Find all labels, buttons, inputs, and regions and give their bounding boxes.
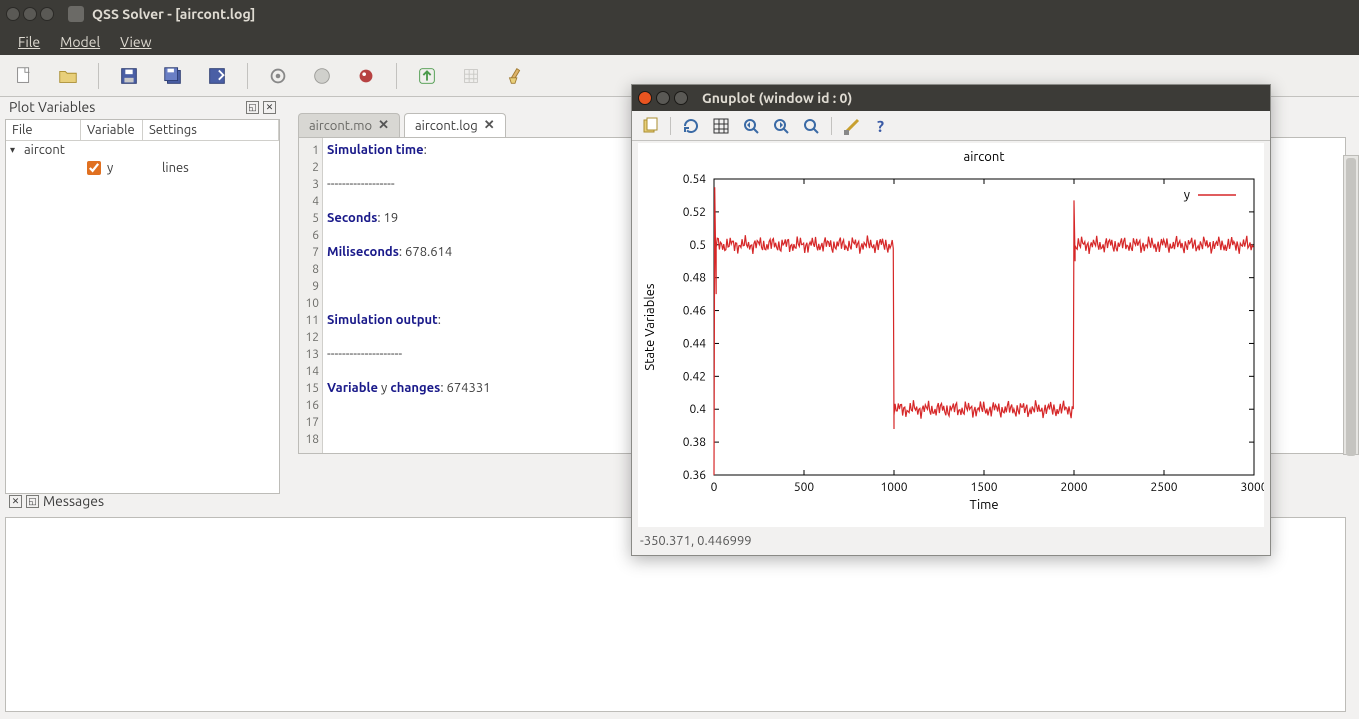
new-file-button[interactable] — [10, 62, 38, 90]
variable-checkbox[interactable] — [87, 161, 101, 175]
svg-text:Time: Time — [969, 498, 998, 512]
svg-text:0.54: 0.54 — [683, 173, 706, 186]
gnuplot-window[interactable]: Gnuplot (window id : 0) ? 0.36 0.38 0.4 0.4… — [631, 84, 1271, 556]
tab-aircont-mo[interactable]: aircont.mo ✕ — [298, 113, 400, 137]
save-all-button[interactable] — [159, 62, 187, 90]
plot-canvas[interactable]: 0.36 0.38 0.4 0.42 0.44 0.46 0.48 0.5 0.52 0.54 0 5… — [638, 143, 1264, 527]
tree-root-row[interactable]: ▾ aircont — [6, 141, 279, 159]
app-icon — [68, 6, 84, 22]
svg-text:0.42: 0.42 — [683, 370, 706, 383]
tab-aircont-log[interactable]: aircont.log ✕ — [404, 113, 506, 137]
svg-text:?: ? — [877, 118, 884, 136]
variable-settings: lines — [162, 161, 189, 175]
gnuplot-titlebar[interactable]: Gnuplot (window id : 0) — [632, 85, 1270, 111]
zoom-next-icon[interactable] — [771, 116, 791, 136]
stop-button[interactable] — [308, 62, 336, 90]
clean-button[interactable] — [501, 62, 529, 90]
svg-text:2000: 2000 — [1060, 481, 1087, 494]
autoscale-icon[interactable] — [801, 116, 821, 136]
gnuplot-title: Gnuplot (window id : 0) — [702, 90, 852, 106]
tab-label: aircont.mo — [309, 119, 372, 133]
svg-text:0.48: 0.48 — [683, 272, 706, 285]
gnuplot-close-button[interactable] — [638, 91, 652, 105]
messages-close-button[interactable]: ✕ — [9, 495, 22, 508]
run-button[interactable] — [413, 62, 441, 90]
zoom-prev-icon[interactable] — [741, 116, 761, 136]
tree-expand-icon[interactable]: ▾ — [10, 144, 20, 156]
gnuplot-maximize-button[interactable] — [674, 91, 688, 105]
settings-button[interactable] — [264, 62, 292, 90]
debug-button[interactable] — [352, 62, 380, 90]
tree-header: File Variable Settings — [6, 120, 279, 141]
tree-root-label: aircont — [24, 143, 65, 157]
plot-variables-tree[interactable]: File Variable Settings ▾ aircont y lines — [5, 119, 280, 494]
help-icon[interactable]: ? — [872, 116, 892, 136]
panel-close-button[interactable]: ✕ — [263, 101, 276, 114]
column-variable[interactable]: Variable — [81, 120, 143, 140]
editor-scrollbar[interactable] — [1343, 155, 1359, 455]
tab-close-icon[interactable]: ✕ — [378, 118, 389, 133]
messages-title: Messages — [43, 493, 104, 509]
export-button[interactable] — [203, 62, 231, 90]
tab-close-icon[interactable]: ✕ — [484, 118, 495, 133]
menu-model[interactable]: Model — [52, 31, 108, 53]
gnuplot-toolbar: ? — [632, 111, 1270, 141]
column-settings[interactable]: Settings — [143, 120, 279, 140]
gnuplot-minimize-button[interactable] — [656, 91, 670, 105]
panel-float-button[interactable]: ◱ — [246, 101, 259, 114]
svg-text:0.36: 0.36 — [683, 469, 706, 482]
column-file[interactable]: File — [6, 120, 81, 140]
svg-text:0.52: 0.52 — [683, 206, 706, 219]
line-gutter: 123456789101112131415161718 — [299, 138, 323, 453]
plot-variables-panel: Plot Variables ◱ ✕ File Variable Setting… — [5, 97, 280, 494]
window-title: QSS Solver - [aircont.log] — [92, 6, 255, 22]
svg-text:0.44: 0.44 — [683, 337, 706, 350]
plot-variables-title: Plot Variables — [9, 99, 95, 115]
refresh-icon[interactable] — [681, 116, 701, 136]
svg-text:y: y — [1184, 188, 1190, 202]
save-button[interactable] — [115, 62, 143, 90]
window-maximize-button[interactable] — [40, 7, 54, 21]
svg-text:0: 0 — [711, 481, 718, 494]
svg-text:aircont: aircont — [964, 150, 1005, 164]
grid-icon[interactable] — [711, 116, 731, 136]
open-folder-button[interactable] — [54, 62, 82, 90]
config-icon[interactable] — [842, 116, 862, 136]
copy-icon[interactable] — [640, 116, 660, 136]
grid-button[interactable] — [457, 62, 485, 90]
svg-text:State Variables: State Variables — [643, 283, 657, 370]
tree-var-row[interactable]: y lines — [6, 159, 279, 177]
svg-text:500: 500 — [794, 481, 815, 494]
menu-file[interactable]: File — [10, 31, 48, 53]
svg-text:0.5: 0.5 — [690, 239, 707, 252]
svg-text:1500: 1500 — [970, 481, 997, 494]
window-minimize-button[interactable] — [23, 7, 37, 21]
messages-float-button[interactable]: ◱ — [26, 495, 39, 508]
svg-text:0.4: 0.4 — [690, 403, 707, 416]
variable-name: y — [107, 161, 162, 175]
svg-text:2500: 2500 — [1150, 481, 1177, 494]
menu-view[interactable]: View — [112, 31, 159, 53]
window-close-button[interactable] — [6, 7, 20, 21]
gnuplot-statusbar: -350.371, 0.446999 — [632, 531, 1270, 555]
tab-label: aircont.log — [415, 119, 478, 133]
svg-text:0.46: 0.46 — [683, 305, 706, 318]
svg-text:3000: 3000 — [1240, 481, 1264, 494]
svg-text:0.38: 0.38 — [683, 436, 706, 449]
menubar: File Model View — [0, 28, 1359, 55]
window-titlebar: QSS Solver - [aircont.log] — [0, 0, 1359, 28]
svg-text:1000: 1000 — [880, 481, 907, 494]
